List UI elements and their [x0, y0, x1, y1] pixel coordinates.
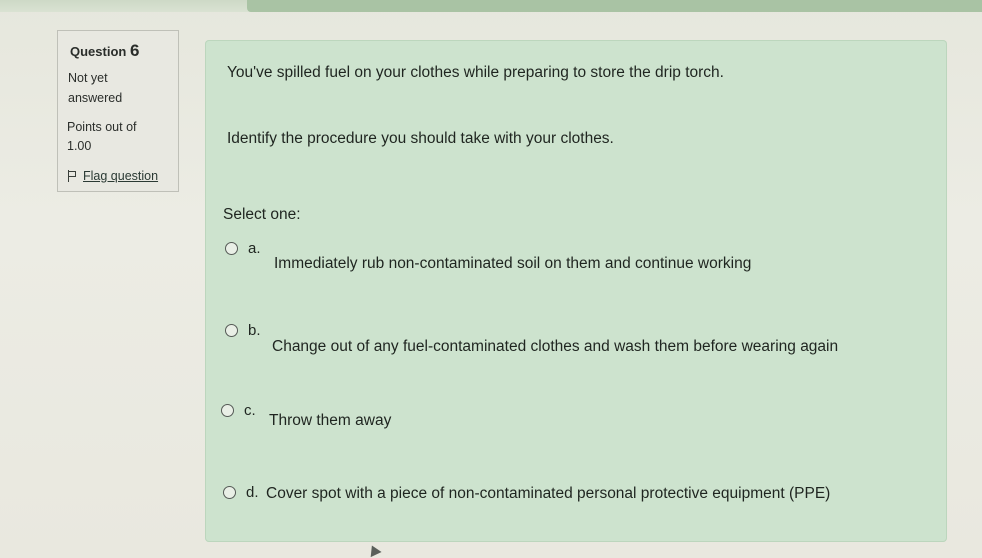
flag-question-label[interactable]: Flag question [83, 169, 158, 183]
option-text[interactable]: Immediately rub non-contaminated soil on… [274, 255, 751, 273]
option-letter: b. [248, 322, 261, 339]
answer-option-c[interactable]: c. Throw them away [221, 402, 391, 430]
grade-line-2: 1.00 [67, 139, 92, 153]
question-title: Question 6 [70, 41, 139, 61]
select-prompt: Select one: [223, 206, 301, 223]
question-grade: Points out of 1.00 [67, 118, 167, 156]
flag-icon [67, 170, 77, 182]
question-number: 6 [129, 41, 140, 60]
state-line-2: answered [68, 91, 123, 105]
radio-button-d[interactable] [223, 486, 236, 499]
top-band [247, 0, 982, 12]
option-text[interactable]: Throw them away [269, 412, 391, 430]
question-text-1: You've spilled fuel on your clothes whil… [227, 64, 724, 81]
question-content: You've spilled fuel on your clothes whil… [205, 40, 947, 542]
state-line-1: Not yet [68, 71, 108, 85]
question-text-2: Identify the procedure you should take w… [227, 130, 614, 147]
option-text[interactable]: Change out of any fuel-contaminated clot… [272, 338, 838, 356]
flag-question-link[interactable]: Flag question [67, 169, 158, 183]
radio-button-a[interactable] [225, 242, 238, 255]
question-label: Question [70, 44, 127, 59]
answer-option-b[interactable]: b. Change out of any fuel-contaminated c… [225, 322, 838, 356]
top-strip [0, 0, 982, 12]
option-text[interactable]: Cover spot with a piece of non-contamina… [266, 485, 830, 503]
option-letter: a. [248, 240, 261, 257]
answer-option-a[interactable]: a. Immediately rub non-contaminated soil… [225, 240, 751, 273]
question-state: Not yet answered [68, 68, 168, 108]
answer-option-d[interactable]: d. Cover spot with a piece of non-contam… [223, 484, 830, 503]
option-letter: c. [244, 402, 256, 419]
radio-button-c[interactable] [221, 404, 234, 417]
grade-line-1: Points out of [67, 120, 137, 134]
mouse-cursor-icon [366, 542, 382, 558]
radio-button-b[interactable] [225, 324, 238, 337]
question-info-panel: Question 6 Not yet answered Points out o… [57, 30, 179, 192]
